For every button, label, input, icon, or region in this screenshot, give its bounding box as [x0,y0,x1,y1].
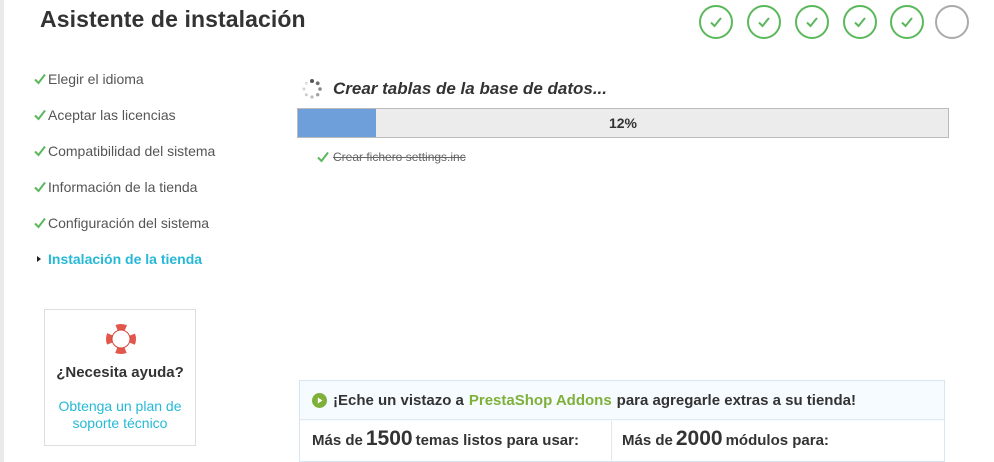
sidebar-item-label: Información de la tienda [48,179,198,195]
lifebuoy-icon [106,324,136,354]
addons-promo: ¡Eche un vistazo a PrestaShop Addons par… [299,380,945,462]
step-2-done-icon [747,5,781,39]
current-task: Crear tablas de la base de datos... [301,78,607,100]
loading-spinner-icon [302,79,322,99]
addons-promo-header: ¡Eche un vistazo a PrestaShop Addons par… [300,381,944,420]
modules-count: 2000 [675,427,723,450]
check-icon [34,217,48,229]
modules-prefix: Más de [622,432,673,449]
prestashop-addons-link[interactable]: PrestaShop Addons [469,392,612,409]
check-icon [34,181,48,193]
caret-right-icon [34,253,48,265]
check-icon [34,109,48,121]
step-4-done-icon [843,5,877,39]
addons-promo-body: Más de 1500 temas listos para usar: Más de… [300,421,944,461]
sidebar-item-licenses: Aceptar las licencias [34,106,176,124]
help-box: ¿Necesita ayuda? Obtenga un plan de sopo… [44,309,196,446]
play-circle-icon [312,392,327,408]
support-plan-link[interactable]: Obtenga un plan de soporte técnico [51,398,189,432]
addons-divider [611,421,612,461]
step-6-pending-icon [935,5,969,39]
sidebar-item-label: Instalación de la tienda [48,251,203,267]
modules-suffix: módulos para: [725,432,829,449]
sidebar-item-store-info: Información de la tienda [34,178,197,196]
step-3-done-icon [795,5,829,39]
sidebar-item-language: Elegir el idioma [34,70,144,88]
sidebar-item-compatibility: Compatibilidad del sistema [34,142,215,160]
sidebar-item-system-config: Configuración del sistema [34,214,209,232]
progress-label: 12% [608,115,638,131]
current-task-title: Crear tablas de la base de datos... [333,79,608,98]
completed-task: Crear fichero settings.inc [317,150,466,164]
addons-intro-after: para agregarle extras a su tienda! [616,391,856,409]
addons-modules-text: Más de 2000 módulos para: [622,427,922,451]
addons-themes-text: Más de 1500 temas listos para usar: [312,427,602,451]
themes-count: 1500 [365,427,413,450]
completed-task-label: Crear fichero settings.inc [333,150,466,164]
sidebar-item-label: Aceptar las licencias [48,107,176,123]
check-icon [34,145,48,157]
addons-intro-before: ¡Eche un vistazo a [333,391,464,409]
step-1-done-icon [699,5,733,39]
sidebar-item-label: Elegir el idioma [48,71,144,87]
install-progress-bar: 12% [297,108,949,138]
themes-prefix: Más de [312,432,363,449]
step-5-done-icon [890,5,924,39]
window-left-edge [0,0,4,462]
check-icon [317,151,329,163]
help-title: ¿Necesita ayuda? [56,364,184,381]
page-title: Asistente de instalación [40,6,306,32]
check-icon [34,73,48,85]
sidebar-item-label: Compatibilidad del sistema [48,143,216,159]
sidebar-item-label: Configuración del sistema [48,215,210,231]
themes-suffix: temas listos para usar: [415,432,579,449]
sidebar-item-store-install: Instalación de la tienda [34,250,202,268]
